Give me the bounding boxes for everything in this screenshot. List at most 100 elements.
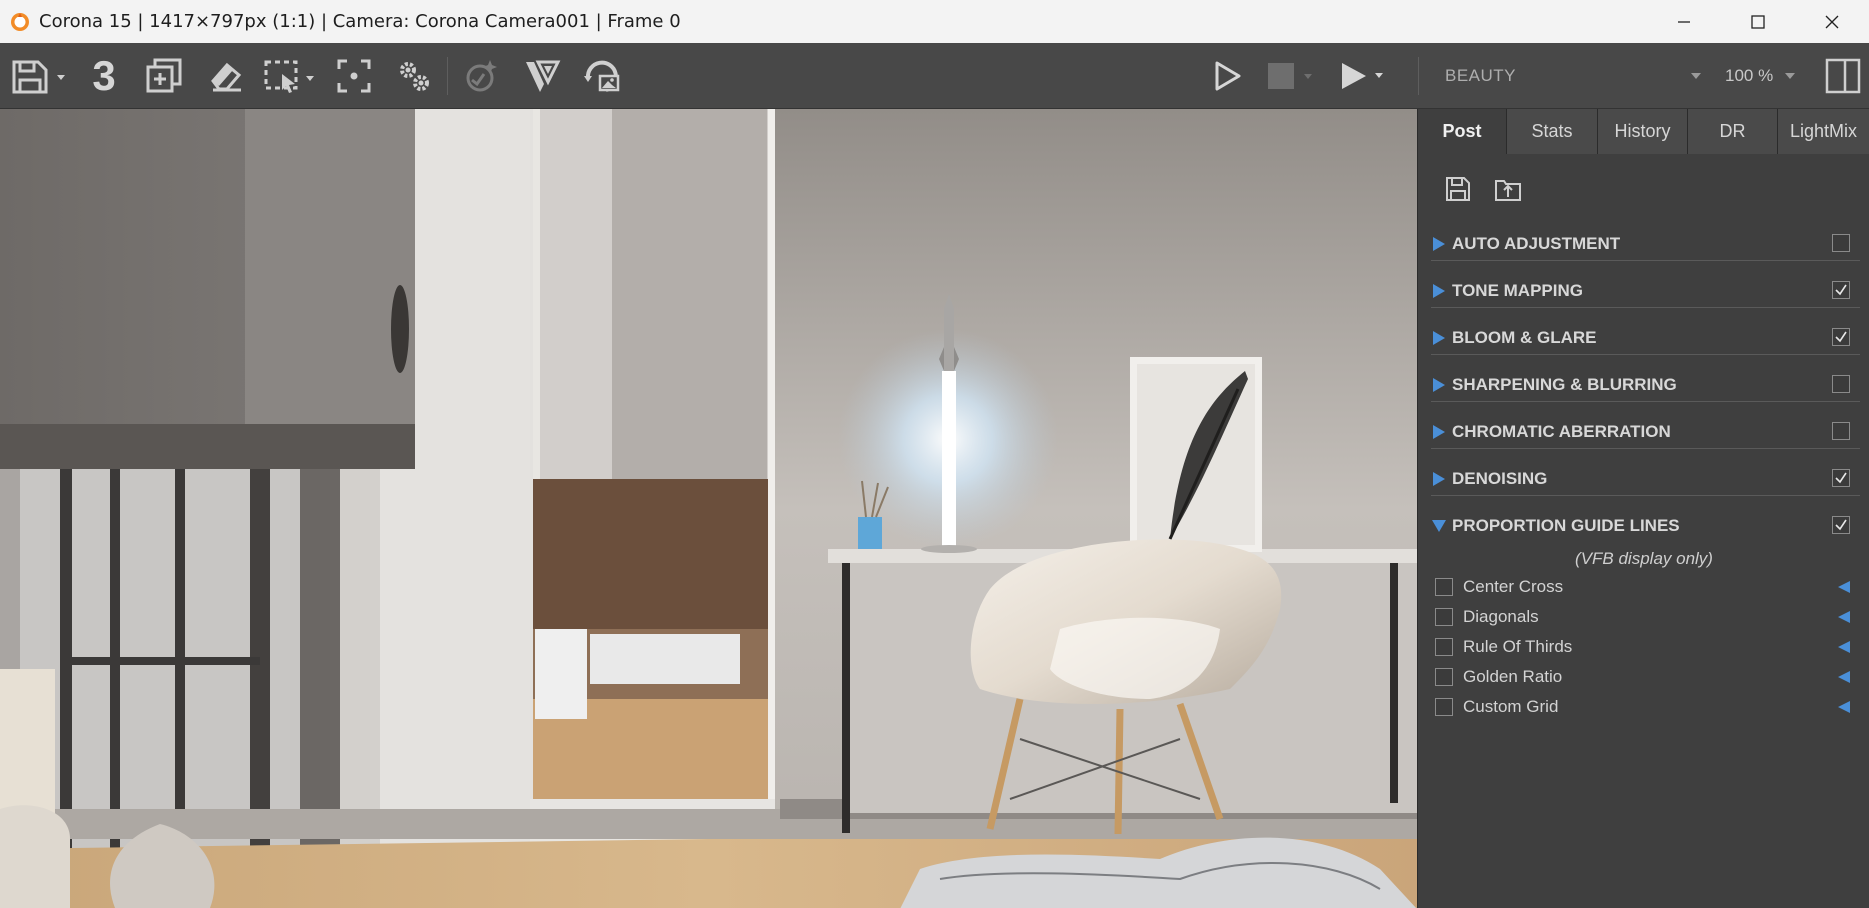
rule-of-thirds-checkbox[interactable] (1435, 638, 1453, 656)
sharpening-blurring-checkbox[interactable] (1832, 375, 1850, 393)
tone-mapping-checkbox[interactable] (1832, 281, 1850, 299)
play-icon (1215, 61, 1241, 91)
diagonals-checkbox[interactable] (1435, 608, 1453, 626)
eraser-icon (211, 62, 242, 92)
guide-label: Rule Of Thirds (1463, 637, 1573, 656)
section-label: PROPORTION GUIDE LINES (1452, 516, 1680, 535)
save-settings-icon[interactable] (1444, 175, 1472, 203)
panel-tabs: Post Stats History DR LightMix (1418, 109, 1869, 154)
proportion-guide-lines-checkbox[interactable] (1832, 516, 1850, 534)
checkmark-icon (1835, 519, 1847, 531)
section-label: AUTO ADJUSTMENT (1452, 233, 1621, 253)
render-settings-button[interactable] (394, 43, 434, 109)
expand-left-icon[interactable] (1837, 610, 1851, 624)
history-count-button[interactable]: 3 (84, 43, 124, 109)
save-image-button[interactable] (8, 43, 70, 109)
expand-left-icon[interactable] (1837, 700, 1851, 714)
zoom-select[interactable]: 100 % (1718, 43, 1796, 109)
minimize-icon (1678, 20, 1690, 23)
tab-lightmix[interactable]: LightMix (1778, 109, 1869, 154)
expand-arrow-icon (1431, 283, 1447, 299)
guide-rule-of-thirds[interactable]: Rule Of Thirds (1435, 634, 1865, 660)
expand-left-icon[interactable] (1837, 640, 1851, 654)
region-render-button[interactable] (262, 43, 322, 109)
start-interactive-button[interactable] (1207, 43, 1247, 109)
bloom-glare-checkbox[interactable] (1832, 328, 1850, 346)
stop-icon (1268, 63, 1312, 89)
expand-arrow-icon (1431, 377, 1447, 393)
section-tone-mapping[interactable]: TONE MAPPING (1431, 274, 1860, 308)
checkmark-icon (1835, 284, 1847, 296)
post-panel: Post Stats History DR LightMix AUTO ADJU… (1417, 109, 1869, 908)
expand-arrow-icon (1431, 330, 1447, 346)
section-auto-adjustment[interactable]: AUTO ADJUSTMENT (1431, 227, 1860, 261)
close-button[interactable] (1795, 0, 1869, 43)
v-ray-icon (526, 60, 561, 92)
tab-history[interactable]: History (1598, 109, 1688, 154)
toolbar-separator (447, 57, 448, 95)
section-bloom-glare[interactable]: BLOOM & GLARE (1431, 321, 1860, 355)
guide-label: Diagonals (1463, 607, 1539, 626)
expand-arrow-icon (1431, 424, 1447, 440)
render-viewport[interactable] (0, 109, 1417, 908)
load-settings-icon[interactable] (1494, 175, 1522, 203)
guide-custom-grid[interactable]: Custom Grid (1435, 694, 1865, 720)
guide-golden-ratio[interactable]: Golden Ratio (1435, 664, 1865, 690)
guide-label: Custom Grid (1463, 697, 1559, 716)
tab-post-label: Post (1442, 121, 1482, 141)
toolbar-separator (1418, 57, 1419, 95)
section-chromatic-aberration[interactable]: CHROMATIC ABERRATION (1431, 415, 1860, 449)
expand-arrow-icon (1431, 471, 1447, 487)
auto-adjustment-checkbox[interactable] (1832, 234, 1850, 252)
section-sharpening-blurring[interactable]: SHARPENING & BLURRING (1431, 368, 1860, 402)
collapse-arrow-icon (1431, 518, 1447, 534)
guide-diagonals[interactable]: Diagonals (1435, 604, 1865, 630)
render-image-icon (584, 60, 620, 92)
rendered-image (0, 109, 1417, 908)
clear-button[interactable] (205, 43, 247, 109)
tab-dr-label: DR (1719, 121, 1746, 141)
close-icon (1825, 15, 1839, 28)
clone-button[interactable] (142, 43, 186, 109)
title-bar: Corona 15 | 1417×797px (1:1) | Camera: C… (0, 0, 1869, 43)
tab-stats[interactable]: Stats (1507, 109, 1598, 154)
denoise-button[interactable] (458, 43, 502, 109)
guide-note: (VFB display only) (1575, 549, 1713, 568)
stop-button[interactable] (1264, 43, 1324, 109)
settings-icon (400, 62, 429, 91)
interactive-render-button[interactable] (580, 43, 624, 109)
region-select-icon (264, 60, 314, 93)
checkmark-icon (1835, 331, 1847, 343)
toggle-panel-icon (1825, 58, 1861, 94)
expand-left-icon[interactable] (1837, 670, 1851, 684)
tab-dr[interactable]: DR (1688, 109, 1778, 154)
tab-stats-label: Stats (1531, 121, 1573, 141)
section-denoising[interactable]: DENOISING (1431, 462, 1860, 496)
corona-logo-icon (11, 12, 29, 31)
center-cross-checkbox[interactable] (1435, 578, 1453, 596)
vfb-logo-button[interactable] (520, 43, 564, 109)
maximize-icon (1751, 14, 1765, 29)
guide-center-cross[interactable]: Center Cross (1435, 574, 1865, 600)
checkmark-icon (1835, 472, 1847, 484)
section-label: CHROMATIC ABERRATION (1452, 421, 1671, 441)
focus-button[interactable] (334, 43, 374, 109)
toggle-panel-button[interactable] (1823, 43, 1863, 109)
chevron-down-icon (1691, 73, 1701, 79)
custom-grid-checkbox[interactable] (1435, 698, 1453, 716)
chromatic-aberration-checkbox[interactable] (1832, 422, 1850, 440)
expand-left-icon[interactable] (1837, 580, 1851, 594)
section-label: SHARPENING & BLURRING (1452, 374, 1677, 394)
section-label: DENOISING (1452, 468, 1548, 488)
minimize-button[interactable] (1647, 0, 1721, 43)
golden-ratio-checkbox[interactable] (1435, 668, 1453, 686)
render-button[interactable] (1336, 43, 1396, 109)
section-proportion-guide-lines[interactable]: PROPORTION GUIDE LINES (1431, 509, 1860, 543)
maximize-button[interactable] (1721, 0, 1795, 43)
denoising-checkbox[interactable] (1832, 469, 1850, 487)
section-label: TONE MAPPING (1452, 280, 1583, 300)
clone-icon (146, 58, 182, 93)
tab-post[interactable]: Post (1418, 109, 1507, 154)
window-title: Corona 15 | 1417×797px (1:1) | Camera: C… (39, 11, 681, 32)
render-pass-select[interactable]: BEAUTY (1432, 43, 1702, 109)
